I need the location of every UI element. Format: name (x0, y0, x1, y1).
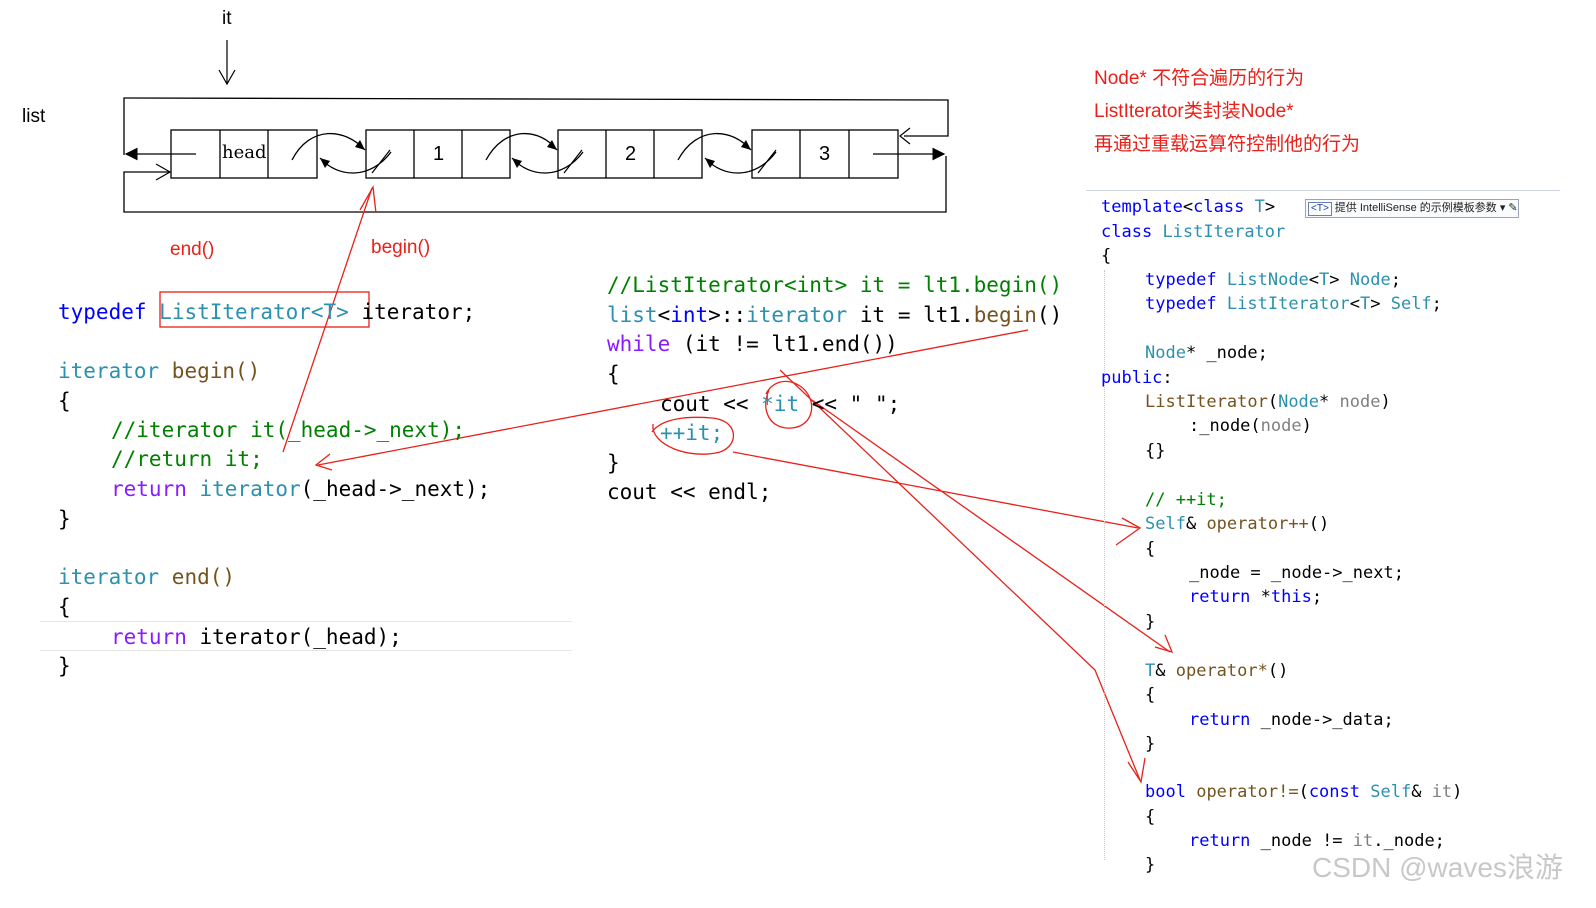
left-code-typedef: typedef ListIterator<T> iterator; (58, 300, 476, 324)
mid-code-while: while (it != lt1.end()) (607, 332, 898, 356)
node-1: 1 (433, 143, 445, 165)
list-label: list (22, 106, 46, 127)
left-code-brace-4: } (58, 654, 71, 678)
right-code-l1: template<class T> (1101, 197, 1276, 217)
left-code-brace-2: } (58, 507, 71, 531)
right-code-l15: return *this; (1189, 587, 1323, 607)
right-code-l16: } (1145, 612, 1156, 632)
left-code-comment-2: //return it; (111, 447, 263, 471)
it-label: it (222, 8, 232, 29)
node-head: head (222, 142, 267, 163)
right-code-l24: } (1145, 855, 1156, 875)
watermark: CSDN @waves浪游 (1312, 852, 1563, 883)
editor-top-border (1086, 190, 1560, 191)
left-code-end-sig: iterator end() (58, 565, 236, 589)
right-code-l14: _node = _node->_next; (1189, 563, 1404, 583)
right-code-l8: ListIterator(Node* node) (1145, 392, 1391, 412)
right-code-l17: T& operator*() (1145, 661, 1289, 681)
right-code-l18: { (1145, 685, 1156, 705)
left-code-brace-3: { (58, 595, 71, 619)
right-code-l19: return _node->_data; (1189, 710, 1394, 730)
mid-code-cout: cout << *it << " "; (660, 392, 901, 416)
right-code-l10: {} (1145, 441, 1166, 461)
mid-code-incr: ++it; (660, 421, 724, 445)
end-annotation: end() (170, 239, 215, 260)
right-code-l9: :_node(node) (1189, 416, 1312, 436)
node-3: 3 (819, 143, 831, 165)
mid-code-brace-2: } (607, 451, 620, 475)
left-code-comment-1: //iterator it(_head->_next); (111, 418, 466, 442)
right-code-l13: { (1145, 539, 1156, 559)
node-links (291, 132, 777, 174)
node-boxes (170, 129, 899, 179)
right-code-l7: public: (1101, 368, 1173, 388)
mid-code-line2: list<int>::iterator it = lt1.begin() (607, 303, 1063, 327)
right-code-l12: Self& operator++() (1145, 514, 1330, 534)
left-code-return: return iterator(_head->_next); (111, 477, 491, 501)
left-code-begin-sig: iterator begin() (58, 359, 261, 383)
begin-annotation: begin() (371, 237, 431, 258)
right-code-l20: } (1145, 734, 1156, 754)
mid-code-brace-1: { (607, 362, 620, 386)
right-code-l2: class ListIterator (1101, 222, 1286, 242)
right-code-l5: typedef ListIterator<T> Self; (1145, 294, 1442, 314)
right-code-l11: // ++it; (1145, 490, 1227, 510)
right-code-l3: { (1101, 246, 1112, 266)
left-code-brace-1: { (58, 389, 71, 413)
right-code-l4: typedef ListNode<T> Node; (1145, 270, 1401, 290)
left-code-end-return: return iterator(_head); (111, 625, 402, 649)
note-2: ListIterator类封装Node* (1094, 101, 1294, 122)
mid-code-comment: //ListIterator<int> it = lt1.begin() (607, 273, 1063, 297)
right-code-l6: Node* _node; (1145, 343, 1268, 363)
intellisense-hint[interactable]: <T> 提供 IntelliSense 的示例模板参数 ▾ ✎ (1305, 199, 1519, 218)
indent-guide (1104, 270, 1106, 860)
mid-code-cout-endl: cout << endl; (607, 480, 772, 504)
right-code-l21: bool operator!=(const Self& it) (1145, 782, 1463, 802)
right-code-l22: { (1145, 807, 1156, 827)
note-1: Node* 不符合遍历的行为 (1094, 68, 1305, 89)
note-3: 再通过重载运算符控制他的行为 (1094, 134, 1361, 155)
node-2: 2 (625, 143, 637, 165)
